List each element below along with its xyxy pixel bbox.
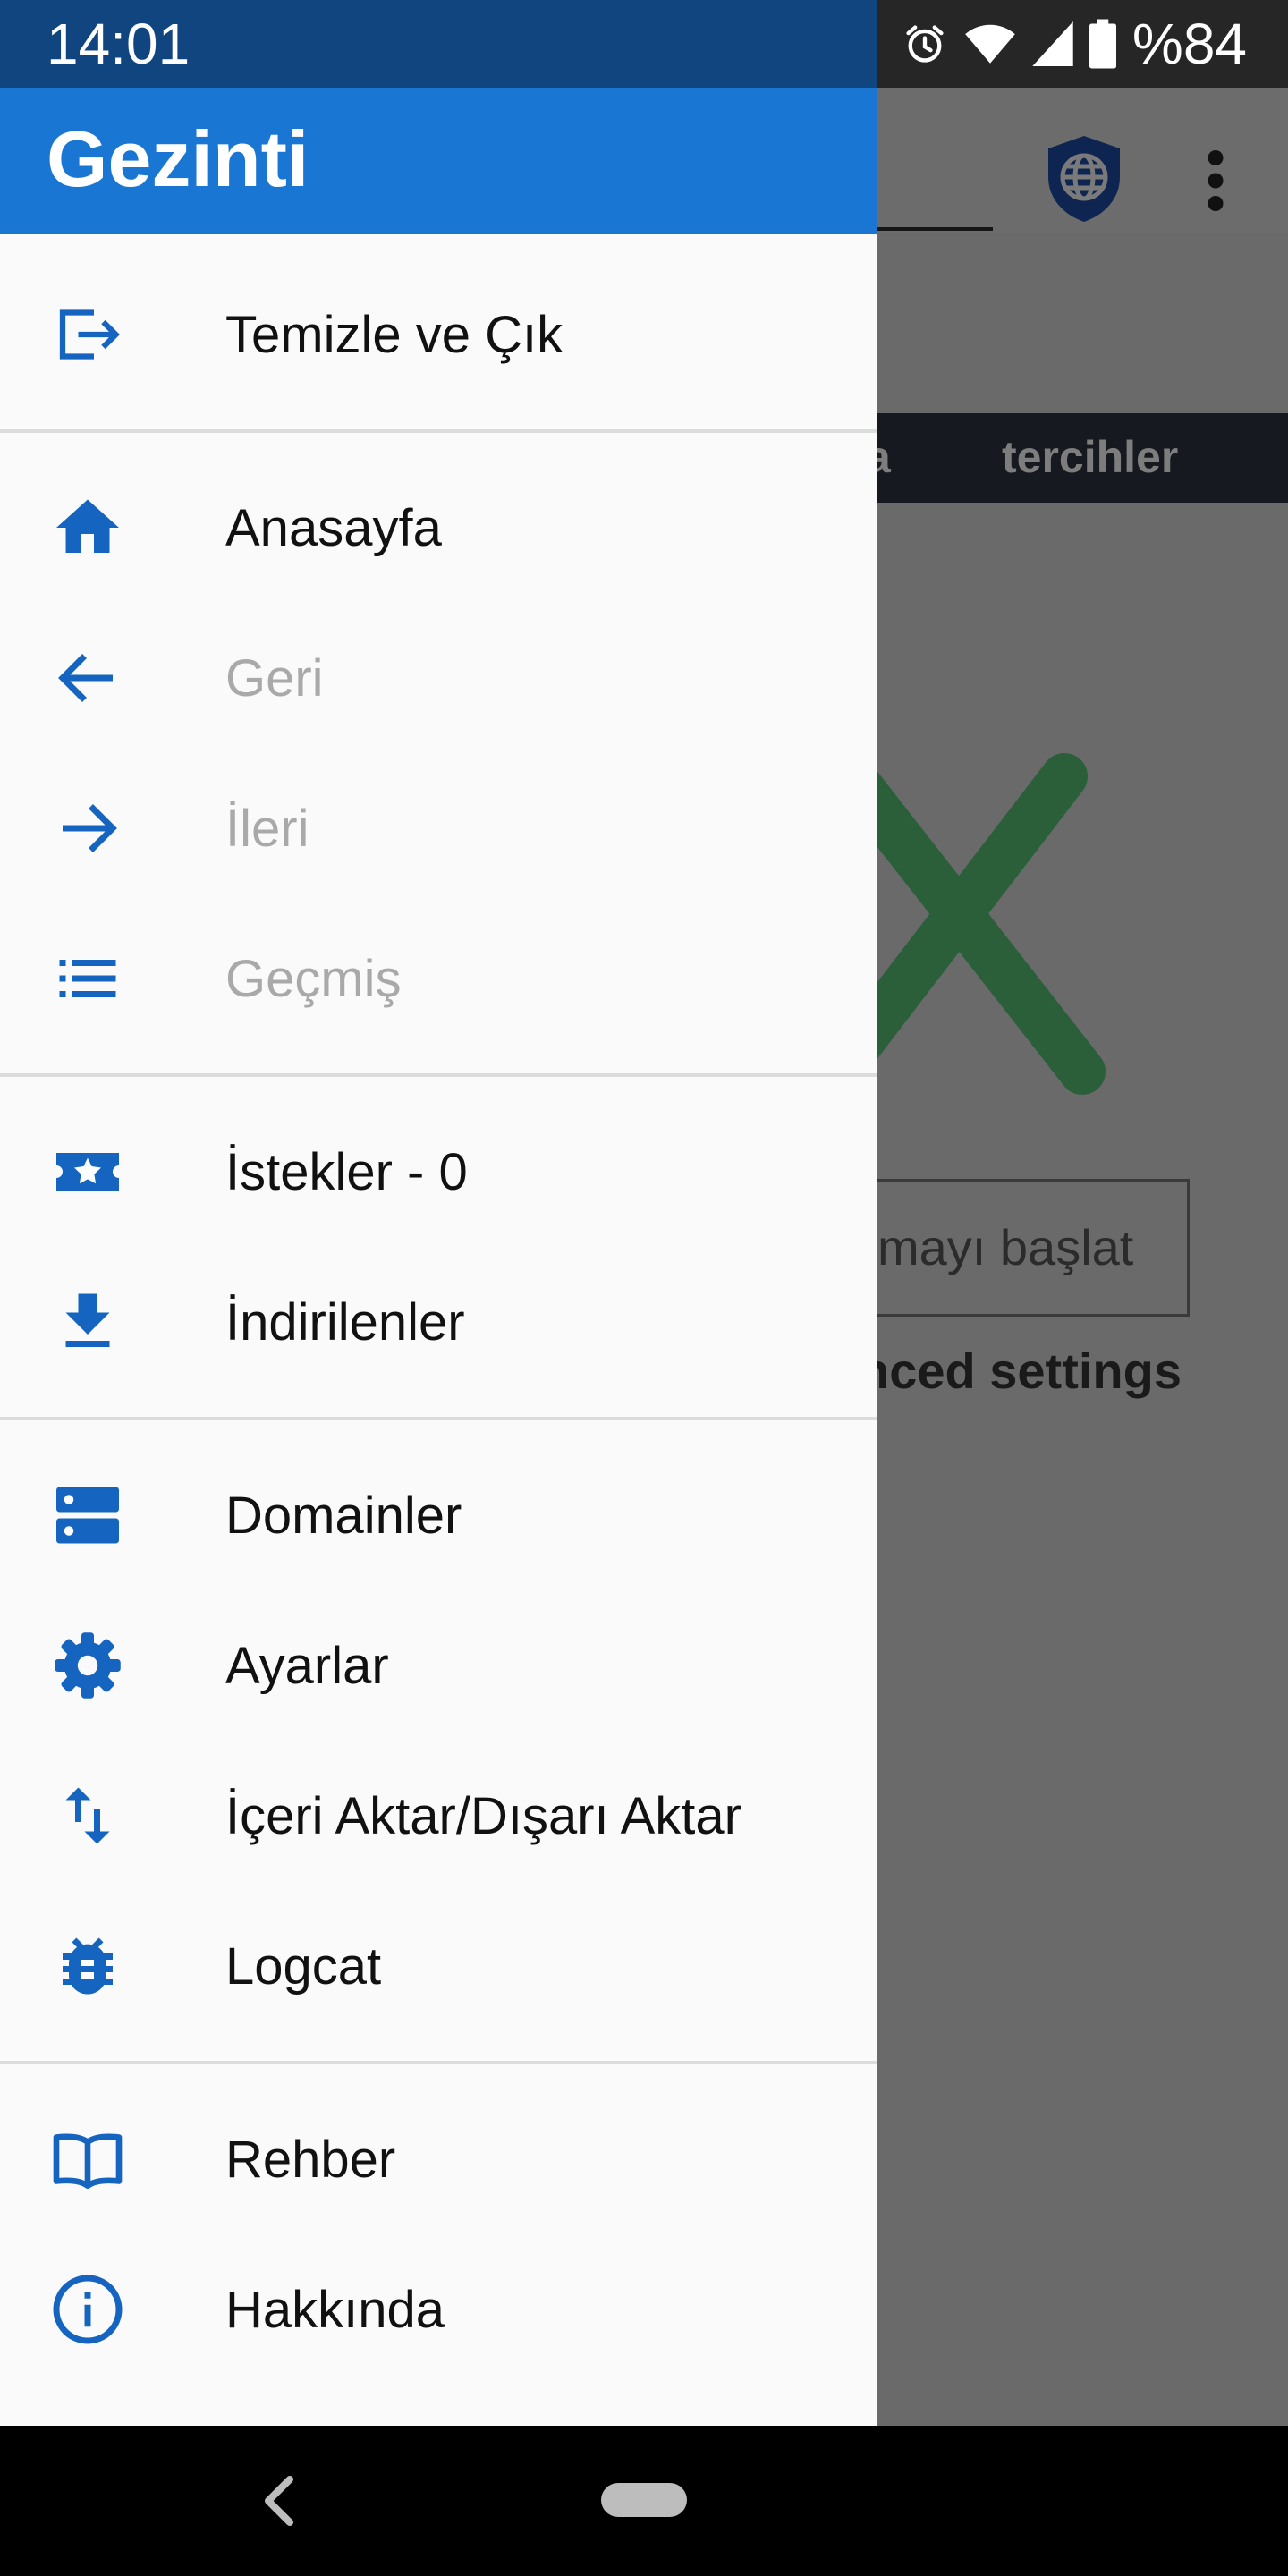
- menu-item-history[interactable]: Geçmiş: [0, 903, 877, 1054]
- overflow-menu-icon: [1208, 150, 1224, 211]
- background-start-button: mayı başlat: [859, 1179, 1190, 1317]
- status-bar: 14:01 %84: [0, 0, 1288, 88]
- menu-item-about[interactable]: Hakkında: [0, 2234, 877, 2385]
- download-icon: [50, 1284, 125, 1360]
- menu-item-logcat[interactable]: Logcat: [0, 1891, 877, 2041]
- menu-item-label: Temizle ve Çık: [225, 305, 564, 364]
- history-list-icon: [50, 941, 125, 1016]
- exit-icon: [50, 297, 125, 372]
- app-logo-x: [841, 753, 1106, 1095]
- menu-item-label: Anasayfa: [225, 498, 442, 557]
- menu-item-label: Geçmiş: [225, 949, 402, 1008]
- import-export-icon: [50, 1778, 125, 1853]
- drawer-menu: Temizle ve Çık Anasayfa Geri İleri Geçmi…: [0, 234, 877, 2385]
- info-icon: [50, 2272, 125, 2347]
- requests-star-icon: [50, 1134, 125, 1209]
- menu-item-guide[interactable]: Rehber: [0, 2084, 877, 2234]
- menu-item-label: Rehber: [225, 2130, 396, 2189]
- menu-item-label: Geri: [225, 648, 324, 708]
- signal-icon: [1032, 21, 1073, 66]
- domains-icon: [50, 1478, 125, 1553]
- drawer-title: Gezinti: [47, 114, 309, 203]
- bug-icon: [50, 1928, 125, 2004]
- menu-item-label: Logcat: [225, 1936, 382, 1996]
- home-pill-button[interactable]: [601, 2483, 687, 2517]
- menu-item-label: Ayarlar: [225, 1636, 389, 1695]
- system-navigation-bar: [0, 2426, 1288, 2576]
- back-chevron-icon[interactable]: [258, 2472, 301, 2529]
- menu-item-label: Domainler: [225, 1486, 462, 1545]
- navigation-drawer: Gezinti Temizle ve Çık Anasayfa Geri İle…: [0, 88, 877, 2426]
- wifi-icon: [965, 24, 1015, 64]
- menu-item-label: İçeri Aktar/Dışarı Aktar: [225, 1786, 741, 1845]
- home-icon: [50, 490, 125, 565]
- url-bar-underline: [877, 227, 993, 231]
- alarm-icon: [906, 25, 944, 63]
- background-tab-preferences: tercihler: [1002, 432, 1179, 482]
- battery-percentage: %84: [1131, 12, 1247, 76]
- menu-item-domains[interactable]: Domainler: [0, 1440, 877, 1590]
- battery-icon: [1089, 19, 1116, 69]
- menu-item-back[interactable]: Geri: [0, 603, 877, 753]
- menu-item-forward[interactable]: İleri: [0, 753, 877, 903]
- menu-item-clear-and-exit[interactable]: Temizle ve Çık: [0, 259, 877, 410]
- menu-item-label: İndirilenler: [225, 1292, 465, 1352]
- menu-item-settings[interactable]: Ayarlar: [0, 1590, 877, 1741]
- menu-item-label: İleri: [225, 799, 309, 858]
- menu-item-import-export[interactable]: İçeri Aktar/Dışarı Aktar: [0, 1741, 877, 1891]
- background-advanced-settings-link: nced settings: [859, 1343, 1182, 1399]
- menu-item-home[interactable]: Anasayfa: [0, 453, 877, 603]
- guide-book-icon: [50, 2122, 125, 2197]
- status-icons: %84: [902, 13, 1247, 75]
- menu-item-label: İstekler - 0: [225, 1142, 468, 1201]
- menu-item-label: Hakkında: [225, 2280, 445, 2339]
- status-time: 14:01: [47, 12, 191, 76]
- shield-globe-icon: [1048, 136, 1120, 222]
- menu-item-requests[interactable]: İstekler - 0: [0, 1097, 877, 1247]
- menu-item-downloads[interactable]: İndirilenler: [0, 1247, 877, 1397]
- arrow-forward-icon: [50, 791, 125, 866]
- arrow-back-icon: [50, 640, 125, 716]
- drawer-header: Gezinti: [0, 88, 877, 234]
- settings-gear-icon: [50, 1628, 125, 1703]
